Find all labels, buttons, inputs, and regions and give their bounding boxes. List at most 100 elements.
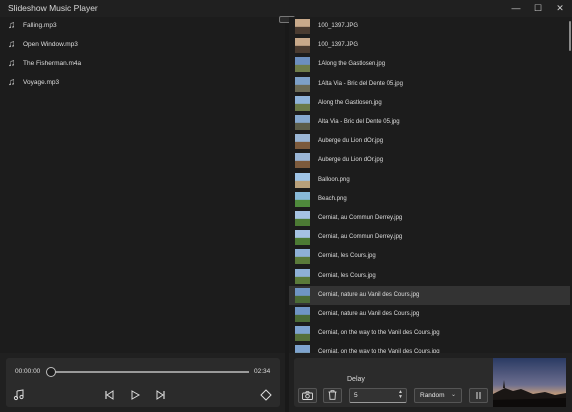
previous-button[interactable] xyxy=(102,389,116,401)
play-icon xyxy=(131,390,141,400)
scrollbar-thumb[interactable] xyxy=(569,21,571,51)
image-file-name: Cerniat, au Commun Derrey.jpg xyxy=(318,215,403,221)
image-list-item[interactable]: 1Along the Gastlosen.jpg xyxy=(289,55,570,74)
image-list-item[interactable]: Along the Gastlosen.jpg xyxy=(289,94,570,113)
image-list-item[interactable]: Cerniat, nature au Vanil des Cours.jpg xyxy=(289,285,570,305)
music-file-name: Voyage.mp3 xyxy=(23,79,60,86)
camera-icon xyxy=(302,391,313,400)
maximize-button[interactable]: ☐ xyxy=(531,2,545,14)
image-file-name: Cerniat, nature au Vanil des Cours.jpg xyxy=(318,311,420,317)
image-thumbnail xyxy=(295,134,310,150)
sunset-landscape-image xyxy=(493,358,566,407)
image-list-item[interactable]: Balloon.png xyxy=(289,171,570,190)
music-list-item[interactable]: ♫ Open Window.mp3 xyxy=(8,36,278,55)
pause-button[interactable] xyxy=(469,388,488,403)
seek-track[interactable] xyxy=(49,371,249,373)
image-file-name: Auberge du Lion dOr.jpg xyxy=(318,157,384,164)
delay-value: 5 xyxy=(354,392,358,399)
current-time: 00:00:00 xyxy=(15,368,41,375)
image-file-name: Cerniat, nature au Vanil des Cours.jpg xyxy=(318,291,420,298)
image-list-item[interactable]: 1Alta Via - Bric del Dente 05.jpg xyxy=(289,75,570,94)
image-thumbnail xyxy=(295,211,310,226)
image-thumbnail xyxy=(295,95,310,111)
image-thumbnail xyxy=(295,76,310,92)
total-time: 02:34 xyxy=(254,368,271,375)
image-file-name: Cerniat, au Commun Derrey.jpg xyxy=(318,234,403,241)
pause-icon xyxy=(476,392,481,399)
image-list-item[interactable]: 100_1397.JPG xyxy=(289,36,570,55)
minimize-button[interactable]: — xyxy=(509,2,523,14)
delay-number-box[interactable]: 5 ▲ ▼ xyxy=(349,388,407,403)
image-file-name: 100_1397.JPG xyxy=(318,23,359,29)
image-thumbnail xyxy=(295,115,310,130)
image-list-item[interactable]: Auberge du Lion dOr.jpg xyxy=(289,132,570,151)
image-thumbnail xyxy=(295,249,310,265)
image-thumbnail xyxy=(295,326,310,342)
shuffle-button[interactable] xyxy=(259,389,273,401)
image-list-item[interactable]: Cerniat, au Commun Derrey.jpg xyxy=(289,209,570,228)
capture-button[interactable] xyxy=(298,388,317,403)
image-file-name: Cerniat, les Cours.jpg xyxy=(318,272,376,279)
image-list-item[interactable]: Beach.png xyxy=(289,190,570,209)
image-list-item[interactable]: Cerniat, nature au Vanil des Cours.jpg xyxy=(289,305,570,324)
music-list-item[interactable]: ♫ Voyage.mp3 xyxy=(8,74,278,93)
image-thumbnail xyxy=(295,153,310,169)
image-thumbnail xyxy=(295,172,310,188)
image-thumbnail xyxy=(295,345,310,353)
music-file-name: Open Window.mp3 xyxy=(23,41,78,48)
image-file-name: Cerniat, on the way to the Vanil des Cou… xyxy=(318,349,440,353)
image-thumbnail xyxy=(295,19,310,34)
image-list-item[interactable]: Auberge du Lion dOr.jpg xyxy=(289,151,570,170)
delete-button[interactable] xyxy=(323,388,342,403)
image-file-name: Along the Gastlosen.jpg xyxy=(318,99,382,106)
image-thumbnail xyxy=(295,287,310,303)
image-file-name: Beach.png xyxy=(318,195,347,202)
music-list-item[interactable]: ♫ Falling.mp3 xyxy=(8,17,278,36)
music-note-icon: ♫ xyxy=(8,77,16,88)
music-file-name: The Fisherman.m4a xyxy=(23,60,82,67)
music-note-icon: ♫ xyxy=(8,20,16,31)
order-mode-value: Random xyxy=(420,392,445,399)
image-thumbnail xyxy=(295,230,310,246)
spin-chevrons-icon[interactable]: ▲ ▼ xyxy=(398,390,403,400)
close-button[interactable]: ✕ xyxy=(553,2,567,14)
slideshow-preview-image xyxy=(493,358,566,407)
seek-thumb[interactable] xyxy=(46,367,56,377)
image-list-item[interactable]: Cerniat, on the way to the Vanil des Cou… xyxy=(289,343,570,353)
music-player-panel: 00:00:00 02:34 xyxy=(6,358,280,407)
order-mode-dropdown[interactable]: Random ⌄ xyxy=(414,388,462,403)
image-list-item[interactable]: Cerniat, les Cours.jpg xyxy=(289,267,570,286)
play-button[interactable] xyxy=(128,389,142,401)
slideshow-panel: Delay 5 ▲ ▼ Random ⌄ xyxy=(294,358,493,407)
image-thumbnail xyxy=(295,191,310,207)
image-list-item[interactable]: Cerniat, au Commun Derrey.jpg xyxy=(289,228,570,247)
image-thumbnail xyxy=(295,57,310,73)
image-list: Cerniat, on the way to the Vanil des Cou… xyxy=(289,17,572,353)
image-list-item[interactable]: Cerniat, les Cours.jpg xyxy=(289,247,570,266)
music-note-icon: ♫ xyxy=(8,58,16,69)
image-thumbnail xyxy=(295,307,310,322)
image-list-item[interactable]: Cerniat, on the way to the Vanil des Cou… xyxy=(289,324,570,343)
skip-next-icon xyxy=(156,390,165,400)
diamond-icon xyxy=(260,389,272,401)
window-title: Slideshow Music Player xyxy=(8,3,98,13)
music-file-name: Falling.mp3 xyxy=(23,22,57,29)
image-file-name: Cerniat, les Cours.jpg xyxy=(318,253,376,260)
add-music-button[interactable] xyxy=(12,389,26,401)
image-list-item[interactable]: 100_1397.JPG xyxy=(289,17,570,36)
next-button[interactable] xyxy=(154,389,168,401)
image-file-name: Balloon.png xyxy=(318,176,350,183)
skip-previous-icon xyxy=(105,390,114,400)
music-list-item[interactable]: ♫ The Fisherman.m4a xyxy=(8,55,278,74)
image-file-name: Auberge du Lion dOr.jpg xyxy=(318,138,384,145)
music-list: ♫ Falling.mp3 ♫ Open Window.mp3 ♫ The Fi… xyxy=(0,17,285,353)
music-note-icon: ♫ xyxy=(8,39,16,50)
title-bar: Slideshow Music Player — ☐ ✕ xyxy=(0,0,572,17)
image-file-name: Alta Via - Bric del Dente 05.jpg xyxy=(318,119,400,125)
app-window: Slideshow Music Player — ☐ ✕ ♫ Falling.m… xyxy=(0,0,572,412)
chevron-down-icon: ⌄ xyxy=(450,392,456,398)
image-file-name: Cerniat, on the way to the Vanil des Cou… xyxy=(318,330,440,337)
delay-label: Delay xyxy=(347,376,365,383)
image-list-item[interactable]: Alta Via - Bric del Dente 05.jpg xyxy=(289,113,570,132)
image-thumbnail xyxy=(295,268,310,284)
